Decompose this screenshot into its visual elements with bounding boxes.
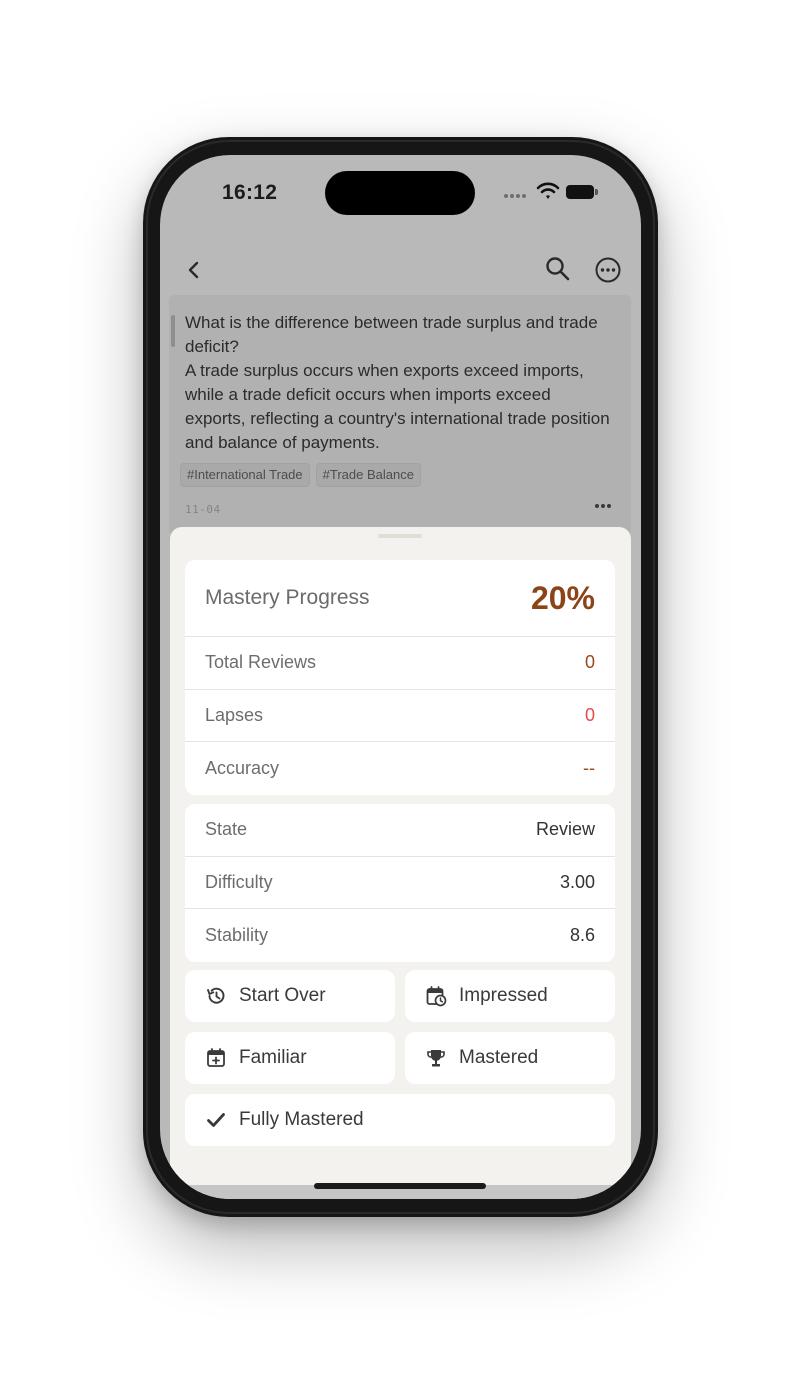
- chevron-left-icon[interactable]: [182, 257, 206, 283]
- note-date: 11-04: [185, 503, 221, 516]
- battery-tip: [595, 189, 598, 195]
- stability-label: Stability: [205, 924, 269, 945]
- signal-icon: [504, 194, 530, 200]
- nav-bar: [160, 245, 641, 295]
- screen: 16:12 What is the difference between tra…: [160, 155, 641, 1199]
- state-group: State Review Difficulty 3.00 Stability 8…: [185, 804, 615, 962]
- history-icon: [207, 987, 225, 1004]
- calendar-clock-icon: [426, 986, 447, 1007]
- trophy-icon: [427, 1050, 445, 1067]
- tag-list: #International Trade #Trade Balance: [180, 463, 421, 487]
- checkmark-icon: [207, 1113, 225, 1127]
- sheet-grabber[interactable]: [378, 534, 422, 538]
- stability-value: 8.6: [569, 924, 595, 945]
- fully-mastered-label: Fully Mastered: [239, 1109, 364, 1130]
- mastery-row: Mastery Progress 20%: [185, 560, 615, 637]
- difficulty-value: 3.00: [559, 871, 595, 892]
- fully-mastered-button[interactable]: Fully Mastered: [185, 1094, 615, 1146]
- status-icons: [504, 181, 604, 205]
- state-label: State: [205, 819, 248, 840]
- total-reviews-value: 0: [584, 652, 595, 673]
- start-over-button[interactable]: Start Over: [185, 970, 395, 1022]
- calendar-plus-icon: [207, 1048, 225, 1067]
- wifi-icon: [536, 182, 560, 199]
- accuracy-row: Accuracy --: [185, 742, 615, 795]
- difficulty-label: Difficulty: [205, 871, 273, 892]
- stats-sheet: Mastery Progress 20% Total Reviews 0 Lap…: [170, 527, 631, 1199]
- familiar-button[interactable]: Familiar: [185, 1032, 395, 1084]
- note-question: What is the difference between trade sur…: [185, 313, 598, 356]
- impressed-label: Impressed: [459, 985, 548, 1006]
- familiar-label: Familiar: [239, 1047, 307, 1068]
- mastery-value: 20%: [530, 579, 595, 616]
- accuracy-label: Accuracy: [205, 757, 280, 778]
- phone-frame: 16:12 What is the difference between tra…: [143, 137, 658, 1217]
- state-row: State Review: [185, 804, 615, 857]
- lapses-row: Lapses 0: [185, 690, 615, 742]
- lapses-label: Lapses: [205, 704, 264, 725]
- dynamic-island: [325, 171, 475, 215]
- mastered-label: Mastered: [459, 1047, 539, 1068]
- note-card[interactable]: What is the difference between trade sur…: [169, 295, 631, 535]
- start-over-label: Start Over: [239, 985, 326, 1006]
- mastered-button[interactable]: Mastered: [405, 1032, 615, 1084]
- ellipsis-icon[interactable]: [593, 501, 613, 511]
- lapses-value: 0: [584, 704, 595, 725]
- total-reviews-label: Total Reviews: [205, 652, 317, 673]
- accuracy-value: --: [583, 757, 595, 778]
- impressed-button[interactable]: Impressed: [405, 970, 615, 1022]
- state-value: Review: [535, 819, 595, 840]
- home-indicator[interactable]: [314, 1183, 486, 1189]
- stability-row: Stability 8.6: [185, 909, 615, 962]
- note-answer: A trade surplus occurs when exports exce…: [185, 361, 610, 452]
- status-time: 16:12: [222, 181, 278, 204]
- status-bar: 16:12: [160, 155, 641, 235]
- scroll-marker: [171, 315, 175, 347]
- difficulty-row: Difficulty 3.00: [185, 857, 615, 909]
- tag-international-trade[interactable]: #International Trade: [180, 463, 310, 487]
- more-circle-icon[interactable]: [593, 255, 623, 285]
- tag-trade-balance[interactable]: #Trade Balance: [315, 463, 421, 487]
- note-content: What is the difference between trade sur…: [185, 311, 615, 455]
- battery-icon: [566, 185, 594, 199]
- search-icon[interactable]: [544, 255, 572, 283]
- progress-group: Mastery Progress 20% Total Reviews 0 Lap…: [185, 560, 615, 795]
- total-reviews-row: Total Reviews 0: [185, 637, 615, 690]
- mastery-label: Mastery Progress: [205, 586, 370, 609]
